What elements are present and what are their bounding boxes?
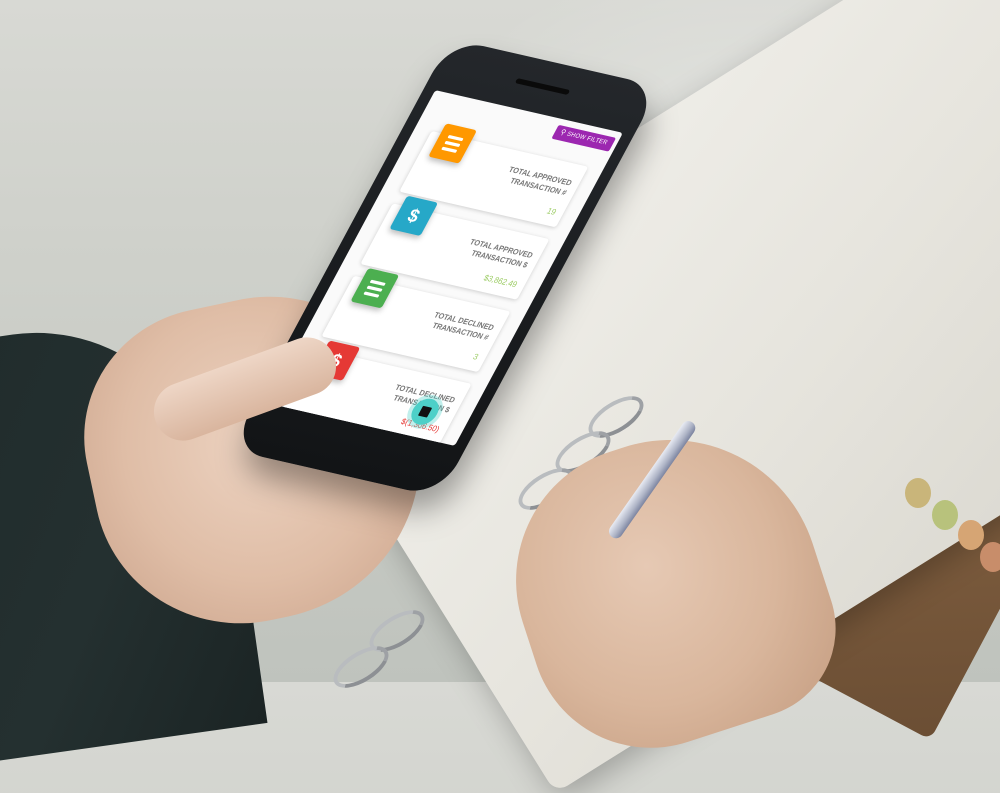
notebook-divider-tab: [905, 478, 931, 508]
card-value: 19: [545, 206, 558, 217]
card-value: 3: [471, 351, 481, 362]
card-label: TOTAL DECLINED TRANSACTION #: [430, 310, 496, 343]
dollar-icon: $: [389, 195, 439, 237]
show-filter-label: SHOW FILTER: [565, 131, 609, 147]
card-label: TOTAL APPROVED TRANSACTION $: [468, 237, 535, 270]
show-filter-button[interactable]: ⚲SHOW FILTER: [551, 124, 617, 152]
card-value: $3,862.49: [481, 273, 520, 290]
phone-speaker: [514, 78, 571, 96]
list-icon: [428, 123, 478, 164]
list-icon: [350, 268, 400, 309]
card-label: TOTAL DECLINED TRANSACTION $: [392, 382, 458, 415]
notebook-divider-tab: [958, 520, 984, 550]
card-label: TOTAL APPROVED TRANSACTION #: [506, 164, 574, 198]
notebook-divider-tab: [980, 542, 1000, 572]
chat-icon: [417, 405, 433, 418]
notebook-divider-tab: [932, 500, 958, 530]
